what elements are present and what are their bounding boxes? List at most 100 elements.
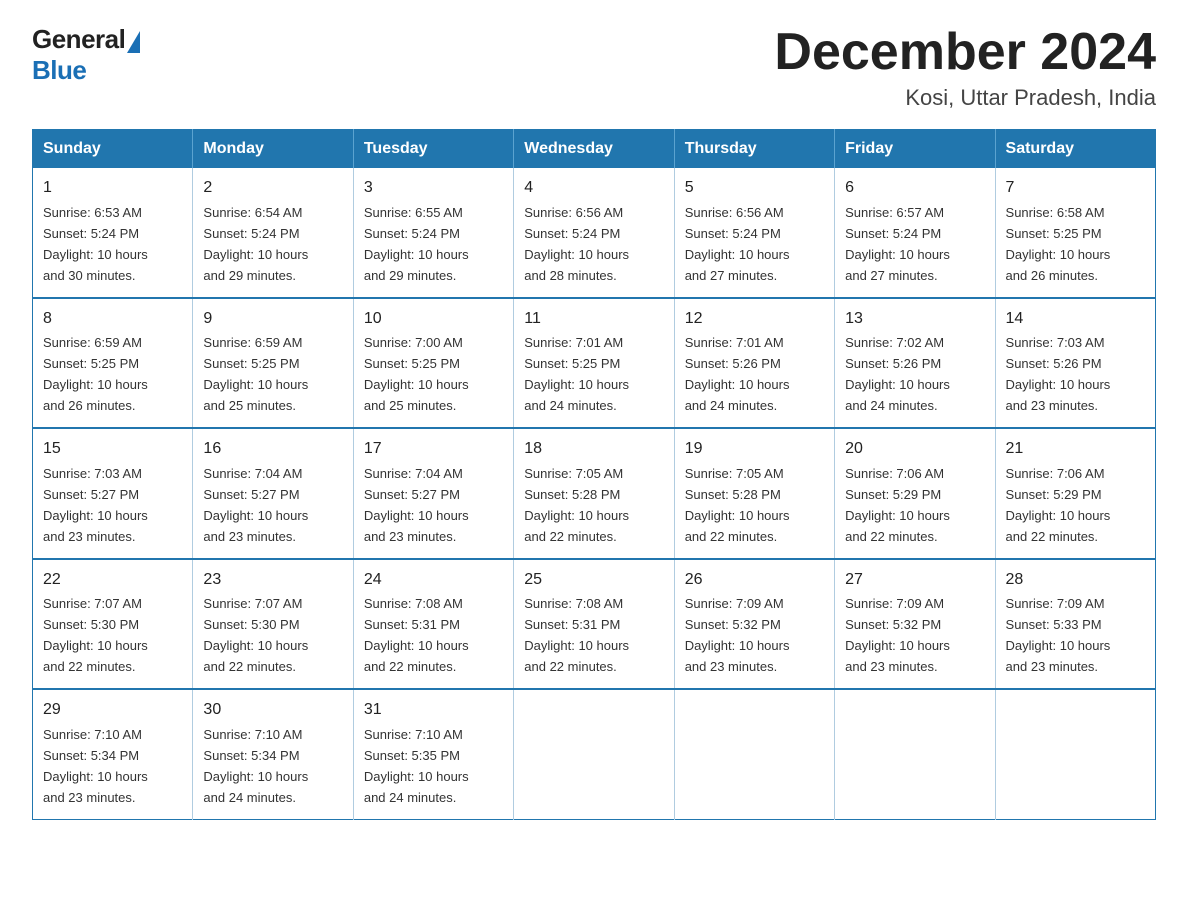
- day-number: 17: [364, 437, 503, 462]
- logo-general-text: General: [32, 24, 125, 55]
- day-number: 3: [364, 176, 503, 201]
- day-number: 5: [685, 176, 824, 201]
- cal-cell-w1-d4: 4 Sunrise: 6:56 AMSunset: 5:24 PMDayligh…: [514, 168, 674, 297]
- day-info: Sunrise: 6:57 AMSunset: 5:24 PMDaylight:…: [845, 205, 950, 283]
- col-sunday: Sunday: [33, 130, 193, 169]
- day-number: 22: [43, 568, 182, 593]
- day-info: Sunrise: 7:05 AMSunset: 5:28 PMDaylight:…: [524, 466, 629, 544]
- col-monday: Monday: [193, 130, 353, 169]
- day-info: Sunrise: 7:07 AMSunset: 5:30 PMDaylight:…: [43, 596, 148, 674]
- day-info: Sunrise: 7:08 AMSunset: 5:31 PMDaylight:…: [524, 596, 629, 674]
- day-info: Sunrise: 6:59 AMSunset: 5:25 PMDaylight:…: [203, 335, 308, 413]
- cal-cell-w3-d7: 21 Sunrise: 7:06 AMSunset: 5:29 PMDaylig…: [995, 428, 1155, 558]
- logo-text: General: [32, 24, 140, 55]
- col-thursday: Thursday: [674, 130, 834, 169]
- day-number: 30: [203, 698, 342, 723]
- day-number: 1: [43, 176, 182, 201]
- day-info: Sunrise: 7:09 AMSunset: 5:32 PMDaylight:…: [845, 596, 950, 674]
- day-info: Sunrise: 7:10 AMSunset: 5:34 PMDaylight:…: [203, 727, 308, 805]
- day-info: Sunrise: 7:01 AMSunset: 5:26 PMDaylight:…: [685, 335, 790, 413]
- cal-cell-w1-d1: 1 Sunrise: 6:53 AMSunset: 5:24 PMDayligh…: [33, 168, 193, 297]
- week-row-3: 15 Sunrise: 7:03 AMSunset: 5:27 PMDaylig…: [33, 428, 1156, 558]
- day-number: 16: [203, 437, 342, 462]
- cal-cell-w5-d7: [995, 689, 1155, 819]
- day-number: 10: [364, 307, 503, 332]
- day-number: 8: [43, 307, 182, 332]
- col-wednesday: Wednesday: [514, 130, 674, 169]
- cal-cell-w4-d6: 27 Sunrise: 7:09 AMSunset: 5:32 PMDaylig…: [835, 559, 995, 689]
- calendar-header-row: Sunday Monday Tuesday Wednesday Thursday…: [33, 130, 1156, 169]
- day-number: 21: [1006, 437, 1145, 462]
- day-info: Sunrise: 6:59 AMSunset: 5:25 PMDaylight:…: [43, 335, 148, 413]
- cal-cell-w5-d6: [835, 689, 995, 819]
- day-info: Sunrise: 7:05 AMSunset: 5:28 PMDaylight:…: [685, 466, 790, 544]
- week-row-5: 29 Sunrise: 7:10 AMSunset: 5:34 PMDaylig…: [33, 689, 1156, 819]
- day-info: Sunrise: 7:04 AMSunset: 5:27 PMDaylight:…: [203, 466, 308, 544]
- day-info: Sunrise: 7:03 AMSunset: 5:26 PMDaylight:…: [1006, 335, 1111, 413]
- cal-cell-w5-d2: 30 Sunrise: 7:10 AMSunset: 5:34 PMDaylig…: [193, 689, 353, 819]
- day-info: Sunrise: 7:09 AMSunset: 5:33 PMDaylight:…: [1006, 596, 1111, 674]
- calendar-subtitle: Kosi, Uttar Pradesh, India: [774, 85, 1156, 111]
- cal-cell-w1-d7: 7 Sunrise: 6:58 AMSunset: 5:25 PMDayligh…: [995, 168, 1155, 297]
- day-info: Sunrise: 7:10 AMSunset: 5:35 PMDaylight:…: [364, 727, 469, 805]
- week-row-4: 22 Sunrise: 7:07 AMSunset: 5:30 PMDaylig…: [33, 559, 1156, 689]
- day-number: 20: [845, 437, 984, 462]
- cal-cell-w4-d2: 23 Sunrise: 7:07 AMSunset: 5:30 PMDaylig…: [193, 559, 353, 689]
- cal-cell-w2-d3: 10 Sunrise: 7:00 AMSunset: 5:25 PMDaylig…: [353, 298, 513, 428]
- day-number: 9: [203, 307, 342, 332]
- logo-blue-text: Blue: [32, 55, 86, 86]
- cal-cell-w1-d5: 5 Sunrise: 6:56 AMSunset: 5:24 PMDayligh…: [674, 168, 834, 297]
- day-info: Sunrise: 7:04 AMSunset: 5:27 PMDaylight:…: [364, 466, 469, 544]
- calendar-title: December 2024: [774, 24, 1156, 81]
- day-number: 13: [845, 307, 984, 332]
- day-number: 7: [1006, 176, 1145, 201]
- cal-cell-w5-d1: 29 Sunrise: 7:10 AMSunset: 5:34 PMDaylig…: [33, 689, 193, 819]
- cal-cell-w3-d4: 18 Sunrise: 7:05 AMSunset: 5:28 PMDaylig…: [514, 428, 674, 558]
- day-info: Sunrise: 6:55 AMSunset: 5:24 PMDaylight:…: [364, 205, 469, 283]
- cal-cell-w2-d2: 9 Sunrise: 6:59 AMSunset: 5:25 PMDayligh…: [193, 298, 353, 428]
- cal-cell-w3-d1: 15 Sunrise: 7:03 AMSunset: 5:27 PMDaylig…: [33, 428, 193, 558]
- day-info: Sunrise: 7:09 AMSunset: 5:32 PMDaylight:…: [685, 596, 790, 674]
- day-number: 12: [685, 307, 824, 332]
- day-number: 6: [845, 176, 984, 201]
- cal-cell-w2-d1: 8 Sunrise: 6:59 AMSunset: 5:25 PMDayligh…: [33, 298, 193, 428]
- day-number: 26: [685, 568, 824, 593]
- cal-cell-w4-d4: 25 Sunrise: 7:08 AMSunset: 5:31 PMDaylig…: [514, 559, 674, 689]
- logo-blue-box: [125, 31, 140, 55]
- calendar-table: Sunday Monday Tuesday Wednesday Thursday…: [32, 129, 1156, 819]
- cal-cell-w2-d4: 11 Sunrise: 7:01 AMSunset: 5:25 PMDaylig…: [514, 298, 674, 428]
- cal-cell-w2-d6: 13 Sunrise: 7:02 AMSunset: 5:26 PMDaylig…: [835, 298, 995, 428]
- page: General Blue December 2024 Kosi, Uttar P…: [0, 0, 1188, 844]
- day-number: 18: [524, 437, 663, 462]
- header: General Blue December 2024 Kosi, Uttar P…: [32, 24, 1156, 111]
- cal-cell-w3-d5: 19 Sunrise: 7:05 AMSunset: 5:28 PMDaylig…: [674, 428, 834, 558]
- cal-cell-w2-d5: 12 Sunrise: 7:01 AMSunset: 5:26 PMDaylig…: [674, 298, 834, 428]
- col-saturday: Saturday: [995, 130, 1155, 169]
- cal-cell-w3-d3: 17 Sunrise: 7:04 AMSunset: 5:27 PMDaylig…: [353, 428, 513, 558]
- col-tuesday: Tuesday: [353, 130, 513, 169]
- cal-cell-w1-d2: 2 Sunrise: 6:54 AMSunset: 5:24 PMDayligh…: [193, 168, 353, 297]
- day-number: 11: [524, 307, 663, 332]
- week-row-2: 8 Sunrise: 6:59 AMSunset: 5:25 PMDayligh…: [33, 298, 1156, 428]
- day-number: 14: [1006, 307, 1145, 332]
- col-friday: Friday: [835, 130, 995, 169]
- cal-cell-w1-d3: 3 Sunrise: 6:55 AMSunset: 5:24 PMDayligh…: [353, 168, 513, 297]
- day-info: Sunrise: 6:54 AMSunset: 5:24 PMDaylight:…: [203, 205, 308, 283]
- cal-cell-w4-d5: 26 Sunrise: 7:09 AMSunset: 5:32 PMDaylig…: [674, 559, 834, 689]
- day-number: 24: [364, 568, 503, 593]
- logo-triangle-icon: [127, 31, 140, 53]
- title-section: December 2024 Kosi, Uttar Pradesh, India: [774, 24, 1156, 111]
- day-number: 25: [524, 568, 663, 593]
- cal-cell-w5-d5: [674, 689, 834, 819]
- cal-cell-w4-d7: 28 Sunrise: 7:09 AMSunset: 5:33 PMDaylig…: [995, 559, 1155, 689]
- day-info: Sunrise: 7:10 AMSunset: 5:34 PMDaylight:…: [43, 727, 148, 805]
- day-number: 4: [524, 176, 663, 201]
- cal-cell-w5-d4: [514, 689, 674, 819]
- day-info: Sunrise: 6:53 AMSunset: 5:24 PMDaylight:…: [43, 205, 148, 283]
- day-info: Sunrise: 6:58 AMSunset: 5:25 PMDaylight:…: [1006, 205, 1111, 283]
- week-row-1: 1 Sunrise: 6:53 AMSunset: 5:24 PMDayligh…: [33, 168, 1156, 297]
- cal-cell-w1-d6: 6 Sunrise: 6:57 AMSunset: 5:24 PMDayligh…: [835, 168, 995, 297]
- day-info: Sunrise: 7:07 AMSunset: 5:30 PMDaylight:…: [203, 596, 308, 674]
- day-number: 31: [364, 698, 503, 723]
- cal-cell-w4-d1: 22 Sunrise: 7:07 AMSunset: 5:30 PMDaylig…: [33, 559, 193, 689]
